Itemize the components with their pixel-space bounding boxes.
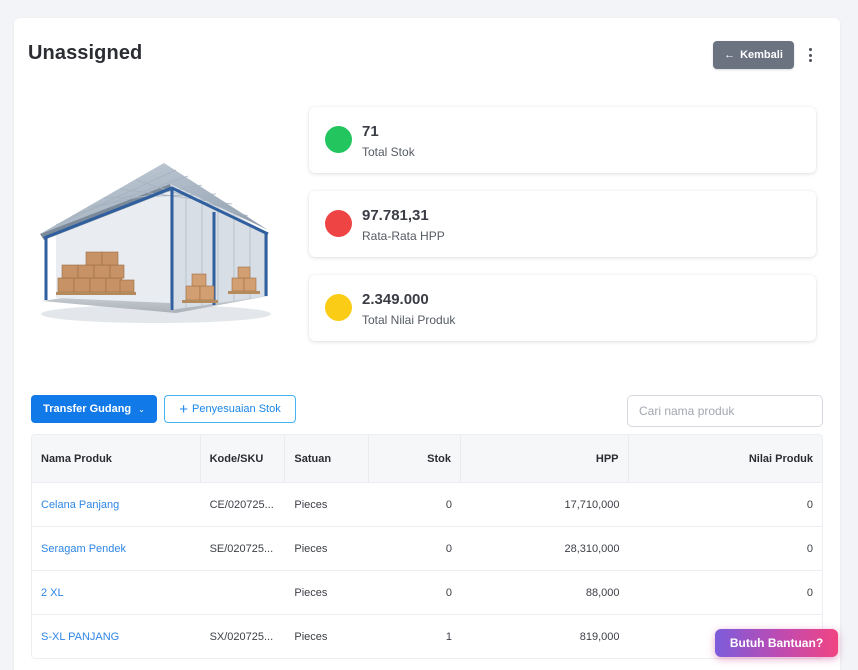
status-dot-icon bbox=[325, 294, 352, 321]
product-stock: 0 bbox=[445, 586, 452, 599]
penyesuaian-stok-label: Penyesuaian Stok bbox=[192, 403, 281, 415]
product-hpp: 17,710,000 bbox=[564, 498, 620, 511]
table-row: 2 XL Pieces 0 88,000 0 bbox=[32, 570, 822, 614]
stat-label: Total Stok bbox=[362, 145, 415, 159]
product-hpp: 819,000 bbox=[579, 630, 620, 643]
product-name-link[interactable]: Seragam Pendek bbox=[32, 527, 201, 570]
column-header-nama-produk[interactable]: Nama Produk bbox=[32, 435, 201, 482]
product-unit: Pieces bbox=[294, 630, 328, 643]
table-row: S-XL PANJANG SX/020725... Pieces 1 819,0… bbox=[32, 614, 822, 658]
stat-value: 97.781,31 bbox=[362, 207, 429, 224]
page-title: Unassigned bbox=[28, 42, 143, 64]
table-header: Nama Produk Kode/SKU Satuan Stok HPP Nil… bbox=[32, 435, 822, 482]
product-unit: Pieces bbox=[294, 586, 328, 599]
stat-card-total-nilai-produk: 2.349.000 Total Nilai Produk bbox=[309, 275, 816, 341]
stat-value: 2.349.000 bbox=[362, 291, 429, 308]
transfer-gudang-label: Transfer Gudang bbox=[43, 403, 132, 415]
back-button-label: Kembali bbox=[740, 49, 783, 61]
status-dot-icon bbox=[325, 210, 352, 237]
arrow-left-icon: ← bbox=[724, 49, 736, 61]
product-name-link[interactable]: S-XL PANJANG bbox=[32, 615, 201, 658]
product-value: 0 bbox=[806, 586, 813, 599]
stat-label: Rata-Rata HPP bbox=[362, 229, 445, 243]
table-row: Seragam Pendek SE/020725... Pieces 0 28,… bbox=[32, 526, 822, 570]
chevron-down-icon: ⌄ bbox=[138, 404, 145, 414]
product-sku: SE/020725... bbox=[209, 542, 274, 555]
plus-icon: + bbox=[179, 400, 189, 418]
product-table: Nama Produk Kode/SKU Satuan Stok HPP Nil… bbox=[31, 434, 823, 659]
product-stock: 0 bbox=[445, 542, 452, 555]
table-row: Celana Panjang CE/020725... Pieces 0 17,… bbox=[32, 482, 822, 526]
stat-value: 71 bbox=[362, 123, 379, 140]
product-stock: 1 bbox=[445, 630, 452, 643]
product-unit: Pieces bbox=[294, 542, 328, 555]
product-name-link[interactable]: 2 XL bbox=[32, 571, 201, 614]
product-sku: SX/020725... bbox=[209, 630, 274, 643]
column-header-nilai-produk[interactable]: Nilai Produk bbox=[629, 435, 822, 482]
status-dot-icon bbox=[325, 126, 352, 153]
product-hpp: 28,310,000 bbox=[564, 542, 620, 555]
warehouse-detail-card: Unassigned ← Kembali 71 Total Stok 97.78… bbox=[14, 18, 840, 670]
product-stock: 0 bbox=[445, 498, 452, 511]
column-header-kode-sku[interactable]: Kode/SKU bbox=[201, 435, 286, 482]
product-hpp: 88,000 bbox=[585, 586, 620, 599]
help-button[interactable]: Butuh Bantuan? bbox=[715, 629, 838, 657]
penyesuaian-stok-button[interactable]: + Penyesuaian Stok bbox=[164, 395, 296, 423]
stat-label: Total Nilai Produk bbox=[362, 313, 456, 327]
product-sku: CE/020725... bbox=[209, 498, 274, 511]
search-input[interactable] bbox=[627, 395, 823, 427]
product-sku bbox=[201, 571, 286, 614]
product-value: 0 bbox=[806, 498, 813, 511]
stat-card-total-stok: 71 Total Stok bbox=[309, 107, 816, 173]
transfer-gudang-button[interactable]: Transfer Gudang ⌄ bbox=[31, 395, 157, 423]
back-button[interactable]: ← Kembali bbox=[713, 41, 794, 69]
product-name-link[interactable]: Celana Panjang bbox=[32, 483, 201, 526]
product-unit: Pieces bbox=[294, 498, 328, 511]
column-header-stok[interactable]: Stok bbox=[369, 435, 461, 482]
column-header-hpp[interactable]: HPP bbox=[461, 435, 629, 482]
kebab-menu-icon[interactable] bbox=[804, 45, 816, 65]
stat-card-rata-rata-hpp: 97.781,31 Rata-Rata HPP bbox=[309, 191, 816, 257]
warehouse-illustration bbox=[40, 163, 271, 323]
column-header-satuan[interactable]: Satuan bbox=[285, 435, 370, 482]
product-value: 0 bbox=[806, 542, 813, 555]
